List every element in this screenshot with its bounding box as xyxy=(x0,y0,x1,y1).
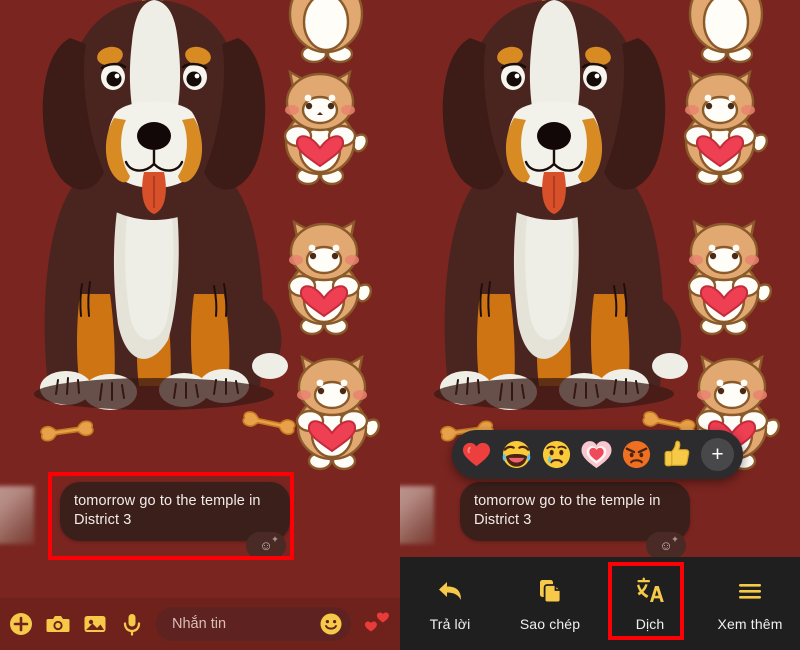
message-input[interactable]: Nhắn tin xyxy=(172,616,319,632)
message-composer: Nhắn tin xyxy=(0,598,400,650)
bernese-mountain-dog-illustration xyxy=(418,0,690,424)
chat-wallpaper: tomorrow go to the temple in District 3 … xyxy=(0,0,400,650)
camera-icon[interactable] xyxy=(45,611,71,637)
sad-reaction[interactable] xyxy=(541,439,572,470)
microphone-icon[interactable] xyxy=(119,611,145,637)
hamburger-menu-icon xyxy=(735,576,765,606)
action-label: Sao chép xyxy=(519,615,581,632)
plus-circle-icon[interactable] xyxy=(8,611,34,637)
panel-left: tomorrow go to the temple in District 3 … xyxy=(0,0,400,650)
shiba-sticker xyxy=(272,210,376,338)
avatar xyxy=(400,486,434,544)
action-label: Xem thêm xyxy=(717,615,783,632)
shiba-sticker xyxy=(280,345,384,473)
action-copy[interactable]: Sao chép xyxy=(500,557,600,650)
avatar xyxy=(0,486,34,544)
panel-right: + tomorrow go to the temple in District … xyxy=(400,0,800,650)
smiley-plus-icon: ☺ + xyxy=(259,534,278,553)
message-text-line1: tomorrow go to the temple in xyxy=(74,493,261,509)
screenshot-root: tomorrow go to the temple in District 3 … xyxy=(0,0,800,650)
message-row: tomorrow go to the temple in District 3 … xyxy=(460,482,690,559)
reply-arrow-icon xyxy=(435,576,465,606)
action-reply[interactable]: Trả lời xyxy=(400,557,500,650)
smiley-plus-icon: ☺ + xyxy=(659,534,678,553)
translate-icon xyxy=(635,576,665,606)
search-input-pill[interactable]: Nhắn tin xyxy=(156,607,351,641)
shiba-sticker xyxy=(668,60,772,188)
shiba-sticker xyxy=(268,60,372,188)
bernese-mountain-dog-illustration xyxy=(18,0,290,424)
angry-reaction[interactable] xyxy=(621,439,652,470)
message-text-line2: District 3 xyxy=(474,512,532,529)
chat-wallpaper: + tomorrow go to the temple in District … xyxy=(400,0,800,650)
hearts-icon[interactable] xyxy=(362,610,392,638)
message-text-line1: tomorrow go to the temple in xyxy=(474,493,661,509)
smiley-icon[interactable] xyxy=(319,612,343,636)
shiba-sticker xyxy=(672,210,776,338)
heart-reaction[interactable] xyxy=(461,439,492,470)
action-label: Trả lời xyxy=(429,615,471,632)
add-reaction-button[interactable]: ☺ + xyxy=(646,532,686,559)
message-row: tomorrow go to the temple in District 3 … xyxy=(60,482,290,559)
more-reactions-button[interactable]: + xyxy=(701,438,734,471)
reaction-picker: + xyxy=(452,430,743,479)
add-reaction-button[interactable]: ☺ + xyxy=(246,532,286,559)
love-reaction[interactable] xyxy=(581,439,612,470)
action-more[interactable]: Xem thêm xyxy=(700,557,800,650)
action-translate[interactable]: Dịch xyxy=(600,557,700,650)
copy-icon xyxy=(535,576,565,606)
like-reaction[interactable] xyxy=(661,439,692,470)
message-action-bar: Trả lời Sao chép Dịch Xem thêm xyxy=(400,557,800,650)
action-label: Dịch xyxy=(635,615,665,632)
gallery-icon[interactable] xyxy=(82,611,108,637)
message-text-line2: District 3 xyxy=(74,512,132,529)
laugh-reaction[interactable] xyxy=(501,439,532,470)
